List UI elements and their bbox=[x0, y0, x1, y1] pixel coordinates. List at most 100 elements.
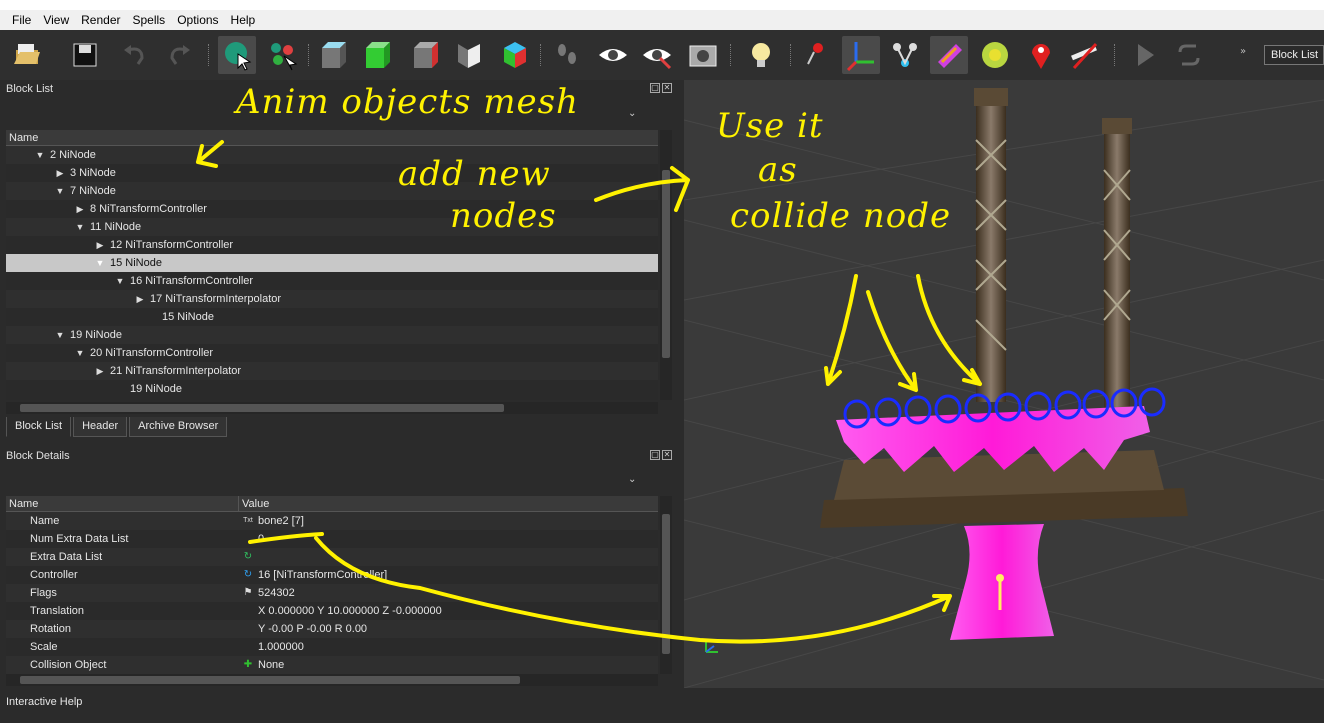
tree-row[interactable]: ▶ 8 NiTransformController bbox=[6, 200, 658, 218]
value-spacer bbox=[242, 533, 254, 545]
block-list-combo[interactable]: Block List bbox=[1264, 45, 1324, 65]
detail-value-cell[interactable]: ⚑ 524302 bbox=[239, 584, 658, 602]
close-icon[interactable]: ✕ bbox=[662, 450, 672, 460]
tree-row[interactable]: ▶ 17 NiTransformInterpolator bbox=[6, 290, 658, 308]
detail-value-cell[interactable]: Y -0.00 P -0.00 R 0.00 bbox=[239, 620, 658, 638]
block-details-table: Name Value Name Txt bone2 [7] Num Extra Dat… bbox=[6, 496, 658, 674]
expanded-arrow-icon[interactable]: ▼ bbox=[114, 272, 126, 290]
tree-row[interactable]: ▼ 19 NiNode bbox=[6, 326, 658, 344]
detail-value-cell[interactable]: 1.000000 bbox=[239, 638, 658, 656]
eye-visible-icon[interactable] bbox=[638, 36, 676, 74]
vertex-pin-icon[interactable] bbox=[798, 36, 836, 74]
tree-row[interactable]: ▼ 11 NiNode bbox=[6, 218, 658, 236]
redo-icon[interactable] bbox=[160, 36, 198, 74]
green-box-icon[interactable] bbox=[358, 36, 396, 74]
detail-row[interactable]: Name Txt bone2 [7] bbox=[6, 512, 658, 530]
screenshot-icon[interactable] bbox=[684, 36, 722, 74]
collapsed-arrow-icon[interactable]: ▶ bbox=[94, 362, 106, 380]
expanded-arrow-icon[interactable]: ▼ bbox=[74, 344, 86, 362]
tree-row[interactable]: ▼ 16 NiTransformController bbox=[6, 272, 658, 290]
box-icon[interactable] bbox=[314, 36, 352, 74]
open-icon[interactable] bbox=[8, 36, 46, 74]
expanded-arrow-icon[interactable]: ▼ bbox=[54, 326, 66, 344]
loop-icon[interactable] bbox=[1170, 36, 1208, 74]
expanded-arrow-icon[interactable]: ▼ bbox=[94, 254, 106, 272]
tab-header[interactable]: Header bbox=[73, 417, 128, 437]
nodes-icon[interactable] bbox=[886, 36, 924, 74]
menu-help[interactable]: Help bbox=[225, 10, 262, 30]
tree-row-label: 7 NiNode bbox=[70, 185, 116, 197]
collapsed-arrow-icon[interactable]: ▶ bbox=[94, 236, 106, 254]
light-bulb-icon[interactable] bbox=[742, 36, 780, 74]
details-vertical-scrollbar[interactable] bbox=[660, 496, 672, 674]
detail-row[interactable]: Num Extra Data List 0 bbox=[6, 530, 658, 548]
collapsed-arrow-icon[interactable]: ▶ bbox=[54, 164, 66, 182]
tree-vertical-scrollbar[interactable] bbox=[660, 130, 672, 400]
detail-row[interactable]: Translation X 0.000000 Y 10.000000 Z -0.0… bbox=[6, 602, 658, 620]
tree-row[interactable]: 15 NiNode bbox=[6, 308, 658, 326]
tab-archive-browser[interactable]: Archive Browser bbox=[129, 417, 228, 437]
select-vertex-icon[interactable] bbox=[264, 36, 302, 74]
select-icon[interactable] bbox=[218, 36, 256, 74]
detail-value-cell[interactable]: ↻ bbox=[239, 548, 658, 566]
collapsed-arrow-icon[interactable]: ▶ bbox=[74, 200, 86, 218]
detail-value-cell[interactable]: ↻ 16 [NiTransformController] bbox=[239, 566, 658, 584]
expanded-arrow-icon[interactable]: ▼ bbox=[34, 146, 46, 164]
collapsed-arrow-icon[interactable]: ▶ bbox=[134, 290, 146, 308]
close-icon[interactable]: ✕ bbox=[662, 83, 672, 93]
tree-row-label: 11 NiNode bbox=[90, 221, 142, 233]
undo-icon[interactable] bbox=[116, 36, 154, 74]
tree-row[interactable]: ▼ 15 NiNode bbox=[6, 254, 658, 272]
menu-options[interactable]: Options bbox=[171, 10, 224, 30]
location-pin-icon[interactable] bbox=[1022, 36, 1060, 74]
block-list-title: Block List bbox=[6, 83, 54, 95]
detail-value-cell[interactable]: 0 bbox=[239, 530, 658, 548]
texture-icon[interactable] bbox=[930, 36, 968, 74]
float-icon[interactable]: ▢ bbox=[650, 83, 660, 93]
save-icon[interactable] bbox=[66, 36, 104, 74]
col-value[interactable]: Value bbox=[239, 496, 269, 511]
tree-row[interactable]: 19 NiNode bbox=[6, 380, 658, 398]
two-sided-icon[interactable] bbox=[450, 36, 488, 74]
tab-block-list[interactable]: Block List bbox=[6, 417, 72, 437]
tree-row[interactable]: ▼ 20 NiTransformController bbox=[6, 344, 658, 362]
detail-row[interactable]: Flags ⚑ 524302 bbox=[6, 584, 658, 602]
tree-row[interactable]: ▶ 3 NiNode bbox=[6, 164, 658, 182]
details-horizontal-scrollbar[interactable] bbox=[6, 674, 658, 686]
collapse-all-icon[interactable]: ⌄ bbox=[628, 108, 636, 119]
detail-value-cell[interactable]: Txt bone2 [7] bbox=[239, 512, 658, 530]
tree-row[interactable]: ▶ 21 NiTransformInterpolator bbox=[6, 362, 658, 380]
expanded-arrow-icon[interactable]: ▼ bbox=[74, 218, 86, 236]
collapse-all-icon[interactable]: ⌄ bbox=[628, 474, 636, 485]
detail-value-cell[interactable]: ✚ None bbox=[239, 656, 658, 674]
detail-row[interactable]: Scale 1.000000 bbox=[6, 638, 658, 656]
cube-icon[interactable] bbox=[406, 36, 444, 74]
toolbar-overflow-chevron[interactable]: » bbox=[1240, 46, 1246, 57]
tree-row[interactable]: ▶ 12 NiTransformController bbox=[6, 236, 658, 254]
tree-column-name[interactable]: Name bbox=[6, 130, 658, 146]
eye-icon[interactable] bbox=[594, 36, 632, 74]
detail-row[interactable]: Controller ↻ 16 [NiTransformController] bbox=[6, 566, 658, 584]
tree-row[interactable]: ▼ 7 NiNode bbox=[6, 182, 658, 200]
menu-render[interactable]: Render bbox=[75, 10, 126, 30]
detail-row[interactable]: Extra Data List ↻ bbox=[6, 548, 658, 566]
col-name[interactable]: Name bbox=[6, 496, 239, 511]
panel-tabs: Block List Header Archive Browser bbox=[6, 417, 229, 437]
tree-row[interactable]: ▼ 2 NiNode bbox=[6, 146, 658, 164]
marker-icon[interactable] bbox=[976, 36, 1014, 74]
menu-file[interactable]: File bbox=[0, 10, 37, 30]
detail-row[interactable]: Collision Object ✚ None bbox=[6, 656, 658, 674]
detail-row[interactable]: Rotation Y -0.00 P -0.00 R 0.00 bbox=[6, 620, 658, 638]
menu-view[interactable]: View bbox=[37, 10, 75, 30]
colored-cube-icon[interactable] bbox=[496, 36, 534, 74]
footprints-icon[interactable] bbox=[548, 36, 586, 74]
hide-icon[interactable] bbox=[1066, 36, 1104, 74]
axes-icon[interactable] bbox=[842, 36, 880, 74]
menu-spells[interactable]: Spells bbox=[127, 10, 172, 30]
expanded-arrow-icon[interactable]: ▼ bbox=[54, 182, 66, 200]
tree-horizontal-scrollbar[interactable] bbox=[6, 402, 658, 414]
float-icon[interactable]: ▢ bbox=[650, 450, 660, 460]
tree-row-label: 3 NiNode bbox=[70, 167, 116, 179]
detail-value-cell[interactable]: X 0.000000 Y 10.000000 Z -0.000000 bbox=[239, 602, 658, 620]
play-icon[interactable] bbox=[1126, 36, 1164, 74]
